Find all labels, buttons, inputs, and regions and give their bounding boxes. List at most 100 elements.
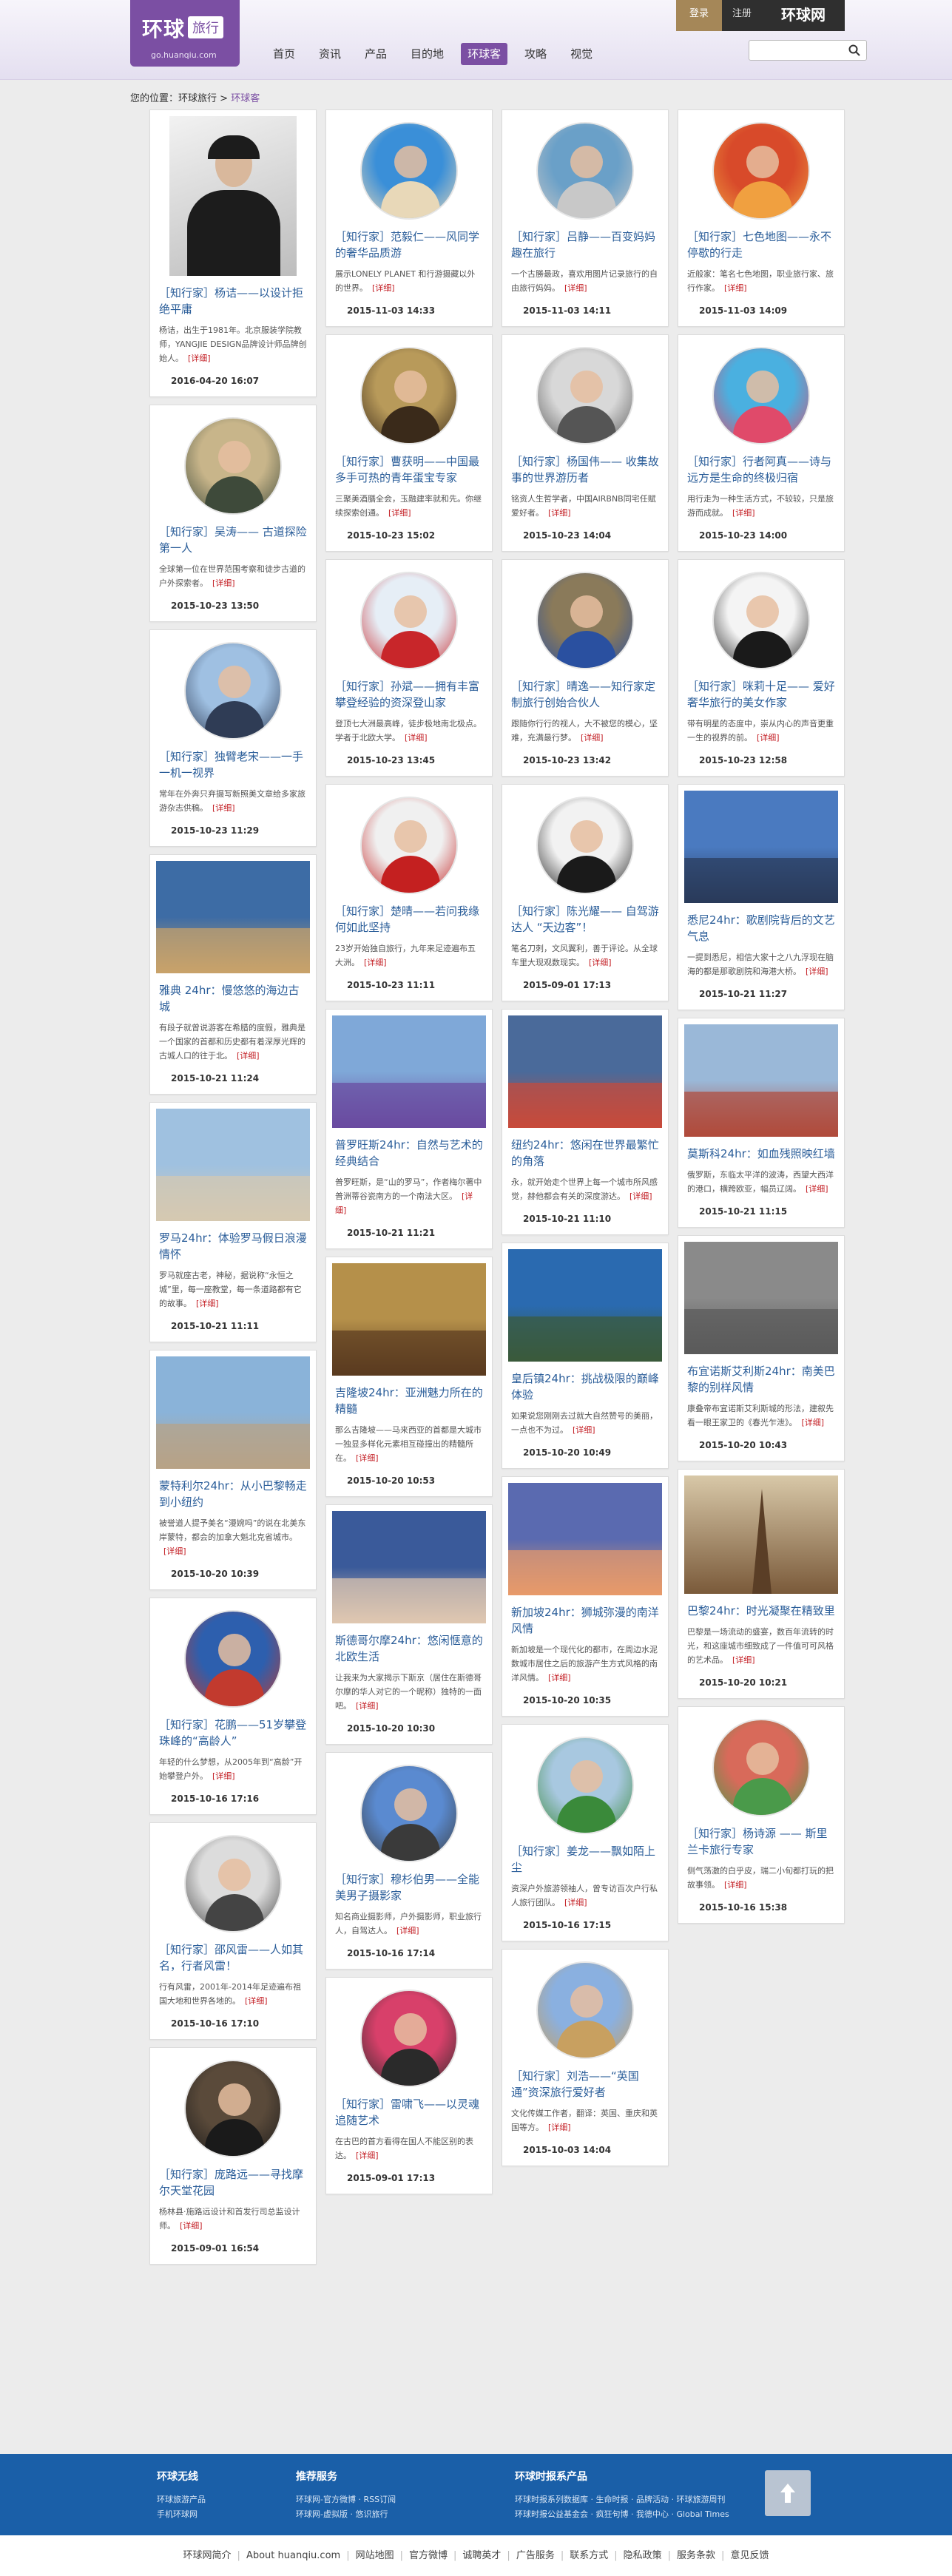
profile-photo[interactable] <box>360 347 458 444</box>
destination-photo[interactable] <box>508 1249 662 1362</box>
article-title[interactable]: ［知行家］邵风雷——人如其名，行者风雷！ <box>159 1941 307 1974</box>
profile-photo[interactable] <box>712 347 810 444</box>
more-link[interactable]: [详细] <box>629 1191 652 1201</box>
article-title[interactable]: ［知行家］陈光耀—— 自驾游达人 “天边客”！ <box>511 903 659 936</box>
more-link[interactable]: [详细] <box>757 733 780 743</box>
more-link[interactable]: [详细] <box>188 354 211 363</box>
more-link[interactable]: [详细] <box>180 2221 203 2231</box>
profile-photo[interactable] <box>184 1835 282 1933</box>
search-input[interactable] <box>749 41 841 60</box>
footer-link[interactable]: 手机环球网 <box>157 2507 206 2522</box>
nav-item-4[interactable]: 环球客 <box>461 43 508 65</box>
more-link[interactable]: [详细] <box>806 1184 828 1194</box>
more-link[interactable]: [详细] <box>806 967 828 976</box>
footer-link[interactable]: 环球时报公益基金会 · 疯狂句博 · 我德中心 · Global Times <box>515 2507 729 2522</box>
more-link[interactable]: [详细] <box>405 733 428 743</box>
nav-item-1[interactable]: 资讯 <box>312 43 348 65</box>
bottom-link[interactable]: 服务条款 <box>677 2550 715 2561</box>
search-icon[interactable] <box>848 44 860 56</box>
profile-photo[interactable] <box>360 572 458 669</box>
profile-photo[interactable] <box>360 797 458 894</box>
more-link[interactable]: [详细] <box>245 1996 268 2006</box>
back-to-top-button[interactable] <box>765 2470 811 2516</box>
breadcrumb-parent[interactable]: 环球旅行 <box>178 93 217 104</box>
bottom-link[interactable]: 官方微博 <box>409 2550 448 2561</box>
more-link[interactable]: [详细] <box>196 1299 219 1308</box>
bottom-link[interactable]: 诚聘英才 <box>462 2550 501 2561</box>
footer-link[interactable]: 环球网-虚拟版 · 悠识旅行 <box>296 2507 396 2522</box>
more-link[interactable]: [详细] <box>732 1655 755 1665</box>
more-link[interactable]: [详细] <box>364 958 387 967</box>
destination-photo[interactable] <box>332 1015 486 1128</box>
profile-photo[interactable] <box>184 1610 282 1708</box>
more-link[interactable]: [详细] <box>388 508 411 518</box>
article-title[interactable]: ［知行家］吴涛—— 古道探险第一人 <box>159 524 307 556</box>
more-link[interactable]: [详细] <box>724 283 747 293</box>
bottom-link[interactable]: About huanqiu.com <box>246 2550 340 2561</box>
article-title[interactable]: ［知行家］范毅仁——风同学的奢华品质游 <box>335 229 483 261</box>
article-title[interactable]: ［知行家］庞路远——寻找摩尔天堂花园 <box>159 2166 307 2199</box>
more-link[interactable]: [详细] <box>548 508 571 518</box>
more-link[interactable]: [详细] <box>589 958 612 967</box>
article-title[interactable]: ［知行家］曹获明——中国最多手可热的青年蛋宝专家 <box>335 453 483 486</box>
article-title[interactable]: 巴黎24hr：时光凝聚在精致里 <box>687 1603 835 1619</box>
destination-photo[interactable] <box>332 1263 486 1376</box>
destination-photo[interactable] <box>508 1015 662 1128</box>
bottom-link[interactable]: 环球网简介 <box>183 2550 232 2561</box>
article-title[interactable]: ［知行家］杨国伟—— 收集故事的世界游历者 <box>511 453 659 486</box>
bottom-link[interactable]: 隐私政策 <box>624 2550 662 2561</box>
article-title[interactable]: ［知行家］雷啸飞——以灵魂追随艺术 <box>335 2096 483 2129</box>
more-link[interactable]: [详细] <box>356 1701 379 1711</box>
more-link[interactable]: [详细] <box>212 803 235 813</box>
brand-link[interactable]: 环球网 <box>762 0 845 31</box>
footer-link[interactable]: 环球时报系列数据库 · 生命时报 · 品牌活动 · 环球旅游周刊 <box>515 2492 729 2507</box>
profile-photo[interactable] <box>536 797 634 894</box>
footer-link[interactable]: 环球旅游产品 <box>157 2492 206 2507</box>
profile-photo[interactable] <box>360 1990 458 2087</box>
article-title[interactable]: ［知行家］吕静——百变妈妈趣在旅行 <box>511 229 659 261</box>
bottom-link[interactable]: 意见反馈 <box>730 2550 769 2561</box>
article-title[interactable]: 莫斯科24hr：如血残照映红墙 <box>687 1146 835 1162</box>
more-link[interactable]: [详细] <box>212 1771 235 1781</box>
article-title[interactable]: ［知行家］七色地图——永不停歇的行走 <box>687 229 835 261</box>
article-title[interactable]: 新加坡24hr：狮城弥漫的南洋风情 <box>511 1604 659 1637</box>
destination-photo[interactable] <box>156 1356 310 1469</box>
destination-photo[interactable] <box>684 1024 838 1137</box>
article-title[interactable]: 布宜诺斯艾利斯24hr：南美巴黎的别样风情 <box>687 1363 835 1396</box>
profile-photo[interactable] <box>536 1737 634 1834</box>
article-title[interactable]: ［知行家］穆杉伯男——全能美男子摄影家 <box>335 1871 483 1904</box>
profile-photo[interactable] <box>536 1961 634 2059</box>
destination-photo[interactable] <box>684 1475 838 1594</box>
destination-photo[interactable] <box>684 1242 838 1354</box>
more-link[interactable]: [详细] <box>548 2123 571 2132</box>
site-logo[interactable]: 环球 旅行 go.huanqiu.com <box>130 0 240 67</box>
more-link[interactable]: [详细] <box>564 283 587 293</box>
bottom-link[interactable]: 联系方式 <box>570 2550 608 2561</box>
profile-photo[interactable] <box>536 122 634 220</box>
profile-photo[interactable] <box>536 347 634 444</box>
more-link[interactable]: [详细] <box>356 2151 379 2160</box>
nav-item-0[interactable]: 首页 <box>266 43 302 65</box>
destination-photo[interactable] <box>508 1483 662 1595</box>
footer-link[interactable]: 环球网-官方微博 · RSS订阅 <box>296 2492 396 2507</box>
article-title[interactable]: 纽约24hr：悠闲在世界最繁忙的角落 <box>511 1137 659 1169</box>
profile-photo[interactable] <box>536 572 634 669</box>
article-title[interactable]: ［知行家］独臂老宋——一手一机一视界 <box>159 748 307 781</box>
article-title[interactable]: ［知行家］咪莉十足—— 爱好奢华旅行的美女作家 <box>687 678 835 711</box>
profile-photo[interactable] <box>360 122 458 220</box>
more-link[interactable]: [详细] <box>163 1546 186 1556</box>
more-link[interactable]: [详细] <box>724 1880 747 1890</box>
article-title[interactable]: ［知行家］姜龙——飘如陌上尘 <box>511 1843 659 1876</box>
article-title[interactable]: ［知行家］花鹏——51岁攀登珠峰的“高龄人” <box>159 1717 307 1749</box>
profile-photo[interactable] <box>712 572 810 669</box>
nav-item-3[interactable]: 目的地 <box>404 43 450 65</box>
more-link[interactable]: [详细] <box>356 1453 379 1463</box>
bottom-link[interactable]: 广告服务 <box>516 2550 555 2561</box>
article-title[interactable]: ［知行家］孙斌——拥有丰富攀登经验的资深登山家 <box>335 678 483 711</box>
login-button[interactable]: 登录 <box>676 0 722 31</box>
more-link[interactable]: [详细] <box>212 578 235 588</box>
article-title[interactable]: 蒙特利尔24hr：从小巴黎畅走到小纽约 <box>159 1478 307 1510</box>
profile-photo[interactable] <box>712 122 810 220</box>
bottom-link[interactable]: 网站地图 <box>356 2550 394 2561</box>
nav-item-2[interactable]: 产品 <box>358 43 394 65</box>
